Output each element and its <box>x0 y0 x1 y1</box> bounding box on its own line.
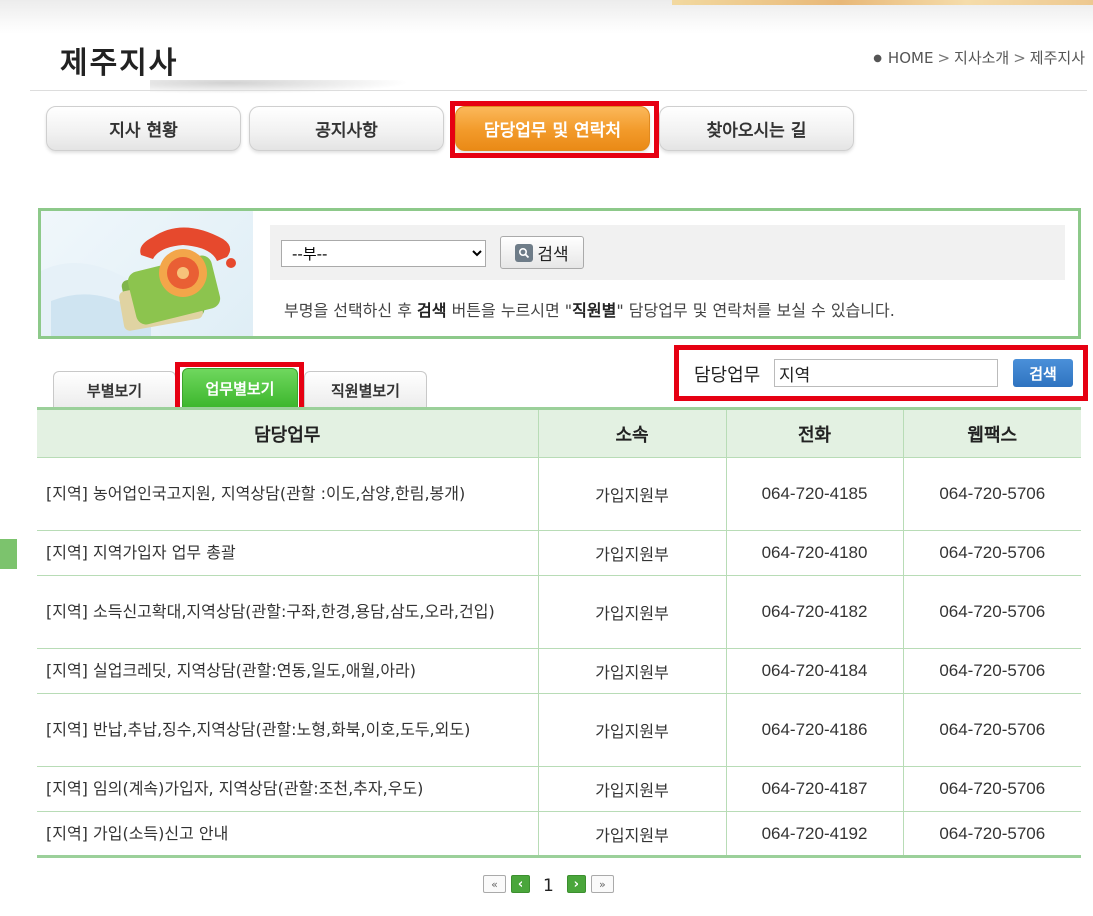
banner-decoration <box>672 0 1093 5</box>
subtab-by-employee[interactable]: 직원별보기 <box>304 371 427 408</box>
breadcrumb: ● HOME > 지사소개 > 제주지사 <box>873 47 1085 68</box>
next-page-icon[interactable]: › <box>566 875 586 893</box>
breadcrumb-current: 제주지사 <box>1029 49 1085 67</box>
cell-webfax: 064-720-5706 <box>902 648 1081 694</box>
table-row: [지역] 지역가입자 업무 총괄 가입지원부 064-720-4180 064-… <box>37 530 1081 576</box>
table-row: [지역] 소득신고확대,지역상담(관할:구좌,한경,용담,삼도,오라,건입) 가… <box>37 575 1081 649</box>
table-row: [지역] 임의(계속)가입자, 지역상담(관할:조천,추자,우도) 가입지원부 … <box>37 766 1081 812</box>
side-scroll-marker[interactable] <box>0 539 17 569</box>
pagination: « ‹ 1 › » <box>483 872 614 896</box>
top-banner <box>0 0 1093 34</box>
table-row: [지역] 실업크레딧, 지역상담(관할:연동,일도,애월,아라) 가입지원부 0… <box>37 648 1081 694</box>
cell-webfax: 064-720-5706 <box>902 766 1081 812</box>
breadcrumb-home[interactable]: HOME <box>888 49 934 67</box>
department-select[interactable]: --부-- <box>281 240 486 267</box>
column-header-webfax: 웹팩스 <box>902 408 1081 458</box>
cell-duty: [지역] 실업크레딧, 지역상담(관할:연동,일도,애월,아라) <box>37 648 538 694</box>
subtab-by-duty[interactable]: 업무별보기 <box>182 368 298 408</box>
table-row: [지역] 가입(소득)신고 안내 가입지원부 064-720-4192 064-… <box>37 811 1081 857</box>
cell-department: 가입지원부 <box>537 811 726 857</box>
duty-contact-table: 담당업무 소속 전화 웹팩스 [지역] 농어업인국고지원, 지역상담(관할 :이… <box>37 407 1081 858</box>
tab-branch-status[interactable]: 지사 현황 <box>46 106 241 151</box>
cell-phone: 064-720-4180 <box>725 530 903 576</box>
cell-department: 가입지원부 <box>537 648 726 694</box>
department-search-button[interactable]: 검색 <box>500 236 584 269</box>
column-header-duty: 담당업무 <box>37 408 538 458</box>
table-row: [지역] 농어업인국고지원, 지역상담(관할 :이도,삼양,한림,봉개) 가입지… <box>37 457 1081 531</box>
cell-phone: 064-720-4186 <box>725 693 903 767</box>
column-header-phone: 전화 <box>725 408 903 458</box>
cell-webfax: 064-720-5706 <box>902 575 1081 649</box>
cell-webfax: 064-720-5706 <box>902 693 1081 767</box>
cell-department: 가입지원부 <box>537 575 726 649</box>
cell-department: 가입지원부 <box>537 766 726 812</box>
cell-phone: 064-720-4184 <box>725 648 903 694</box>
breadcrumb-separator-icon: > <box>937 49 951 67</box>
column-header-department: 소속 <box>537 408 726 458</box>
table-row: [지역] 반납,추납,징수,지역상담(관할:노형,화북,이호,도두,외도) 가입… <box>37 693 1081 767</box>
title-divider <box>30 90 1087 91</box>
cell-duty: [지역] 임의(계속)가입자, 지역상담(관할:조천,추자,우도) <box>37 766 538 812</box>
page-title: 제주지사 <box>60 46 179 81</box>
cell-phone: 064-720-4192 <box>725 811 903 857</box>
duty-search-input[interactable] <box>774 359 998 387</box>
breadcrumb-bullet-icon: ● <box>873 53 882 64</box>
cell-webfax: 064-720-5706 <box>902 457 1081 531</box>
tab-directions[interactable]: 찾아오시는 길 <box>659 106 854 151</box>
prev-page-icon[interactable]: ‹ <box>511 875 530 893</box>
cell-phone: 064-720-4182 <box>725 575 903 649</box>
cell-department: 가입지원부 <box>537 530 726 576</box>
breadcrumb-about[interactable]: 지사소개 <box>954 49 1009 67</box>
cell-duty: [지역] 반납,추납,징수,지역상담(관할:노형,화북,이호,도두,외도) <box>37 693 538 767</box>
subtab-by-department[interactable]: 부별보기 <box>53 371 176 408</box>
search-strip: --부-- 검색 <box>270 225 1065 280</box>
phone-icon <box>41 227 236 336</box>
duty-search-button[interactable]: 검색 <box>1013 359 1073 387</box>
cell-duty: [지역] 농어업인국고지원, 지역상담(관할 :이도,삼양,한림,봉개) <box>37 457 538 531</box>
table-header-row: 담당업무 소속 전화 웹팩스 <box>37 408 1081 458</box>
duty-search-label: 담당업무 <box>694 365 761 386</box>
breadcrumb-separator-icon: > <box>1013 49 1026 67</box>
department-search-button-label: 검색 <box>537 245 569 265</box>
phone-illustration <box>41 211 253 336</box>
title-shadow <box>150 80 410 94</box>
page-number-current[interactable]: 1 <box>543 876 554 896</box>
cell-phone: 064-720-4187 <box>725 766 903 812</box>
cell-webfax: 064-720-5706 <box>902 530 1081 576</box>
search-instruction: 부명을 선택하신 후 검색 버튼을 누르시면 "직원별" 담당업무 및 연락처를… <box>284 301 895 320</box>
cell-department: 가입지원부 <box>537 457 726 531</box>
cell-webfax: 064-720-5706 <box>902 811 1081 857</box>
cell-duty: [지역] 지역가입자 업무 총괄 <box>37 530 538 576</box>
cell-duty: [지역] 가입(소득)신고 안내 <box>37 811 538 857</box>
last-page-icon[interactable]: » <box>590 875 614 893</box>
cell-phone: 064-720-4185 <box>725 457 903 531</box>
first-page-icon[interactable]: « <box>483 875 506 893</box>
cell-department: 가입지원부 <box>537 693 726 767</box>
department-search-panel: --부-- 검색 부명을 선택하신 후 검색 버튼을 누르시면 "직원별" 담당… <box>38 208 1081 339</box>
cell-duty: [지역] 소득신고확대,지역상담(관할:구좌,한경,용담,삼도,오라,건입) <box>37 575 538 649</box>
tab-duties-contacts[interactable]: 담당업무 및 연락처 <box>455 106 650 151</box>
magnifier-icon <box>515 243 534 262</box>
tab-notice[interactable]: 공지사항 <box>249 106 444 151</box>
